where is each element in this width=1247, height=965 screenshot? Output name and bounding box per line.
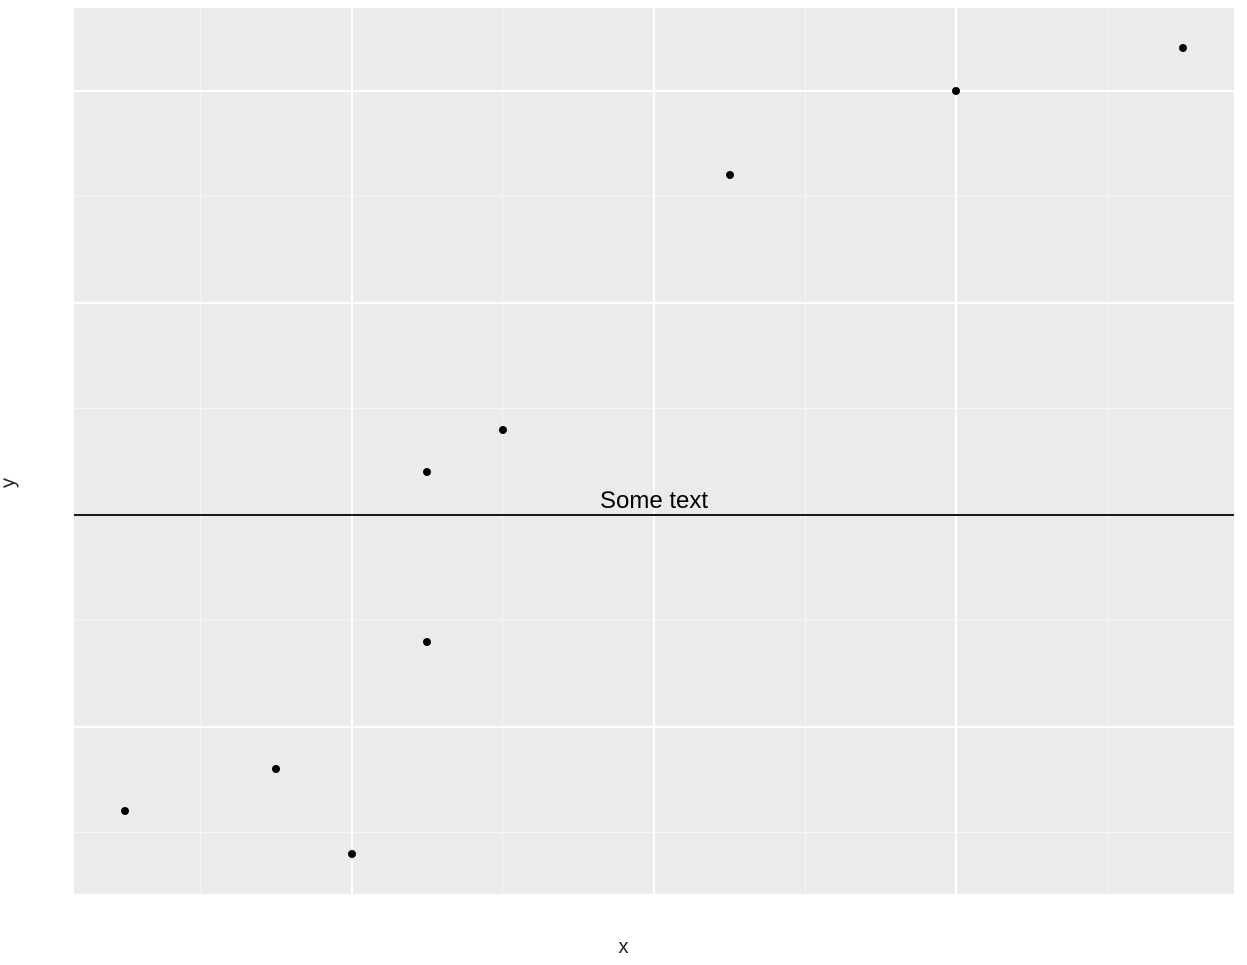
- grid-major-h: [74, 726, 1234, 728]
- grid-minor-v: [200, 8, 201, 894]
- data-point: [348, 850, 356, 858]
- grid-minor-v: [502, 8, 503, 894]
- data-point: [423, 638, 431, 646]
- grid-major-h: [74, 302, 1234, 304]
- data-point: [1179, 44, 1187, 52]
- plot-area: 481215202530Some text: [74, 8, 1234, 894]
- grid-minor-v: [1107, 8, 1108, 894]
- annotation-text: Some text: [600, 487, 708, 515]
- grid-major-v: [955, 8, 957, 894]
- grid-major-v: [653, 8, 655, 894]
- x-axis-title: x: [619, 936, 629, 959]
- data-point: [272, 765, 280, 773]
- grid-major-h: [74, 90, 1234, 92]
- data-point: [726, 171, 734, 179]
- data-point: [499, 426, 507, 434]
- data-point: [121, 807, 129, 815]
- data-point: [952, 87, 960, 95]
- grid-minor-v: [805, 8, 806, 894]
- grid-major-v: [351, 8, 353, 894]
- y-axis-title: y: [0, 478, 21, 488]
- data-point: [423, 468, 431, 476]
- scatter-chart: y x 481215202530Some text: [0, 0, 1247, 965]
